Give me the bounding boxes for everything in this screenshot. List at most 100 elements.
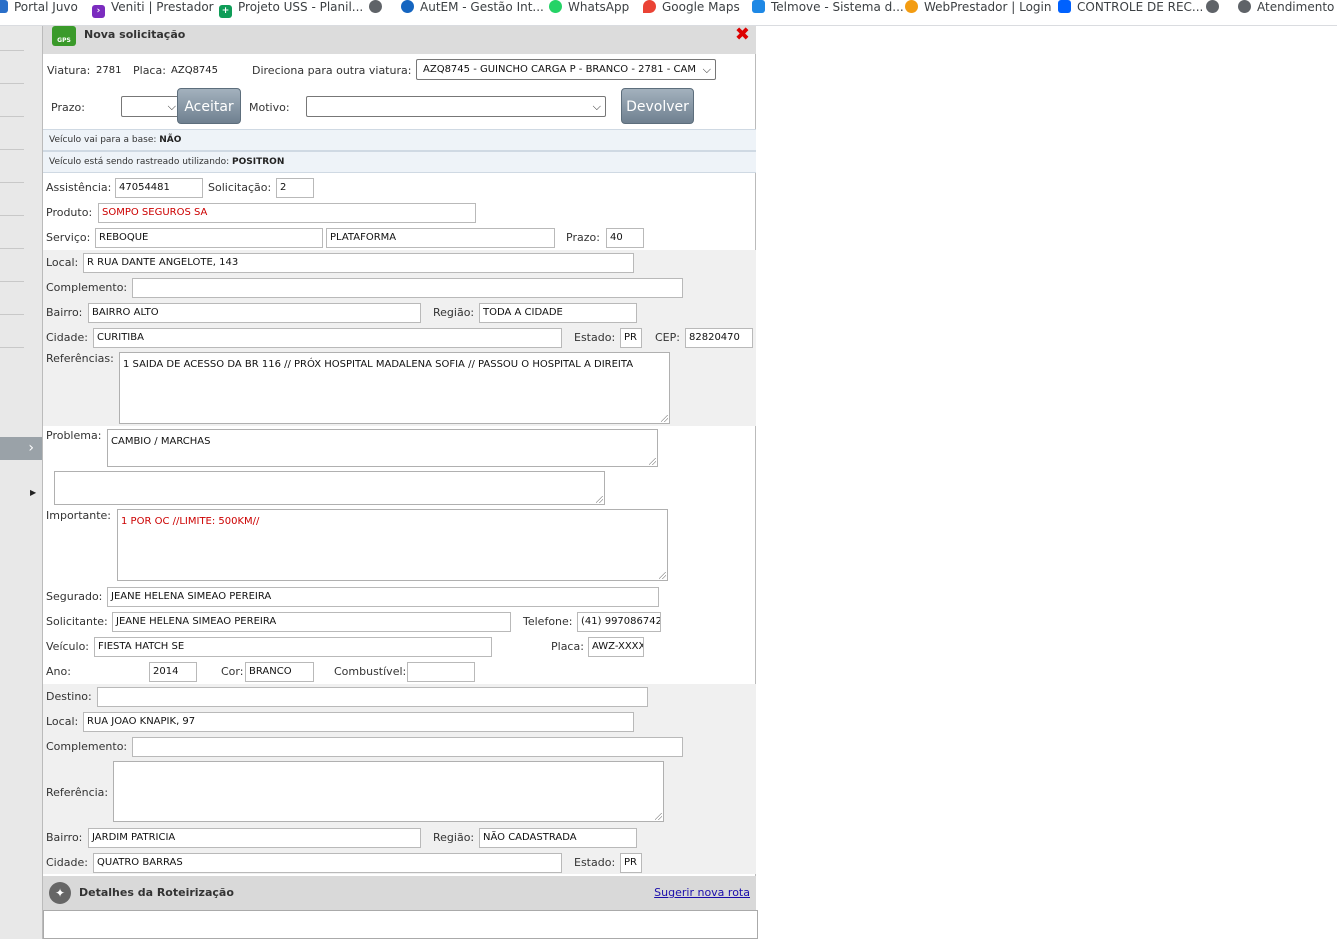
globe-icon: [369, 0, 382, 13]
dialog-header: GPS Nova solicitação ✖: [43, 24, 756, 54]
destino-referencia-label: Referência:: [46, 786, 109, 799]
destino-complemento-label: Complemento:: [46, 740, 128, 753]
destino-local-field[interactable]: RUA JOAO KNAPIK, 97: [83, 712, 634, 732]
rail-divider: [0, 314, 24, 315]
whatsapp-icon: [549, 0, 562, 13]
destino-label: Destino:: [46, 690, 92, 703]
referencias-textarea[interactable]: 1 SAIDA DE ACESSO DA BR 116 // PRÓX HOSP…: [119, 352, 670, 424]
destino-regiao-field[interactable]: NÃO CADASTRADA: [479, 828, 637, 848]
bookmark-portal-juvo[interactable]: Portal Juvo: [0, 0, 78, 14]
servico-field[interactable]: REBOQUE: [95, 228, 323, 248]
segurado-field[interactable]: JEANE HELENA SIMEAO PEREIRA: [107, 587, 659, 607]
destino-estado-field[interactable]: PR: [620, 853, 642, 873]
direciona-select[interactable]: AZQ8745 - GUINCHO CARGA P - BRANCO - 278…: [416, 59, 716, 80]
solicitante-field[interactable]: JEANE HELENA SIMEAO PEREIRA: [112, 612, 511, 632]
bookmark-projeto-uss[interactable]: + Projeto USS - Planil...: [219, 0, 363, 18]
veiculo-field[interactable]: FIESTA HATCH SE: [94, 637, 492, 657]
rail-divider: [0, 50, 24, 51]
complemento-field[interactable]: [132, 278, 683, 298]
bookmark-autem[interactable]: AutEM - Gestão Int...: [401, 0, 544, 14]
rail-divider: [0, 116, 24, 117]
placa-form-label: Placa:: [551, 640, 584, 653]
rail-expand-button[interactable]: ›: [0, 437, 42, 460]
bookmark-telmove[interactable]: Telmove - Sistema d...: [752, 0, 904, 14]
destino-local-label: Local:: [46, 715, 79, 728]
devolver-button[interactable]: Devolver: [621, 88, 694, 124]
bookmark-veniti[interactable]: › Veniti | Prestador: [92, 0, 214, 18]
placa-value: AZQ8745: [171, 65, 219, 76]
roteirizacao-header: ✦ Detalhes da Roteirização Sugerir nova …: [43, 876, 756, 910]
bookmark-globe-1[interactable]: [369, 0, 388, 14]
dialog-title: Nova solicitação: [84, 28, 186, 41]
problema-extra-textarea[interactable]: [54, 471, 605, 505]
prazo-field[interactable]: 40: [606, 228, 644, 248]
bookmark-globe-2[interactable]: [1206, 0, 1225, 14]
ano-label: Ano:: [46, 665, 71, 678]
prazo-select[interactable]: [121, 96, 181, 117]
local-label: Local:: [46, 256, 79, 269]
problema-textarea[interactable]: CAMBIO / MARCHAS: [107, 429, 658, 467]
destino-referencia-textarea[interactable]: [113, 761, 664, 822]
motivo-select[interactable]: [306, 96, 606, 117]
combustivel-label: Combustível:: [334, 665, 407, 678]
produto-field[interactable]: SOMPO SEGUROS SA: [98, 203, 476, 223]
viatura-label: Viatura:: [47, 64, 91, 77]
placa-label: Placa:: [133, 64, 166, 77]
bookmark-controle[interactable]: CONTROLE DE REC...: [1058, 0, 1203, 14]
assistencia-field[interactable]: 47054481: [115, 178, 203, 198]
nova-solicitacao-dialog: GPS Nova solicitação ✖ Viatura: 2781 Pla…: [43, 24, 758, 939]
bookmarks-bar: Portal Juvo › Veniti | Prestador + Projeto…: [0, 0, 1337, 26]
rail-divider: [0, 281, 24, 282]
destino-cidade-label: Cidade:: [46, 856, 88, 869]
solicitante-label: Solicitante:: [46, 615, 108, 628]
local-field[interactable]: R RUA DANTE ANGELOTE, 143: [83, 253, 634, 273]
bairro-field[interactable]: BAIRRO ALTO: [88, 303, 421, 323]
destino-estado-label: Estado:: [574, 856, 616, 869]
ano-field[interactable]: 2014: [149, 662, 197, 682]
cor-field[interactable]: BRANCO: [245, 662, 314, 682]
base-info: Veículo vai para a base: NÃO: [43, 129, 756, 151]
dropbox-icon: [1058, 0, 1071, 13]
bookmark-google-maps[interactable]: Google Maps: [643, 0, 740, 14]
cidade-label: Cidade:: [46, 331, 88, 344]
globe-route-icon: ✦: [49, 882, 71, 904]
cidade-field[interactable]: CURITIBA: [93, 328, 562, 348]
destino-complemento-field[interactable]: [132, 737, 683, 757]
direciona-label: Direciona para outra viatura:: [252, 64, 412, 77]
sheets-icon: +: [219, 5, 232, 18]
complemento-label: Complemento:: [46, 281, 128, 294]
base-info-label: Veículo vai para a base:: [49, 135, 157, 145]
destino-field[interactable]: [97, 687, 648, 707]
bookmark-atendimento[interactable]: Atendimento: [1238, 0, 1334, 14]
regiao-field[interactable]: TODA A CIDADE: [479, 303, 637, 323]
gps-icon: GPS: [52, 26, 76, 46]
close-icon[interactable]: ✖: [735, 24, 750, 45]
portal-icon: [0, 0, 8, 13]
placa-field[interactable]: AWZ-XXXX: [588, 637, 644, 657]
sugerir-rota-link[interactable]: Sugerir nova rota: [654, 886, 750, 899]
regiao-label: Região:: [433, 306, 475, 319]
rastreio-label: Veículo está sendo rastreado utilizando:: [49, 157, 230, 167]
rastreio-value: POSITRON: [232, 157, 285, 167]
destino-bairro-field[interactable]: JARDIM PATRICIA: [88, 828, 421, 848]
aceitar-button[interactable]: Aceitar: [177, 88, 241, 124]
rail-divider: [0, 83, 24, 84]
combustivel-field[interactable]: [407, 662, 475, 682]
globe-icon: [1206, 0, 1219, 13]
rail-arrow-icon[interactable]: ▶: [30, 488, 36, 497]
telefone-field[interactable]: (41) 997086742: [577, 612, 661, 632]
cep-field[interactable]: 82820470: [685, 328, 753, 348]
solicitacao-label: Solicitação:: [208, 181, 272, 194]
importante-textarea[interactable]: 1 POR OC //LIMITE: 500KM//: [117, 509, 668, 581]
solicitacao-field[interactable]: 2: [276, 178, 314, 198]
servico-tipo-field[interactable]: PLATAFORMA: [326, 228, 555, 248]
maps-icon: [643, 0, 656, 13]
estado-field[interactable]: PR: [620, 328, 642, 348]
left-rail: [0, 26, 43, 939]
rail-divider: [0, 347, 24, 348]
destino-cidade-field[interactable]: QUATRO BARRAS: [93, 853, 562, 873]
bookmark-whatsapp[interactable]: WhatsApp: [549, 0, 629, 14]
referencias-label: Referências:: [46, 352, 114, 365]
rail-divider: [0, 215, 24, 216]
bookmark-webprestador[interactable]: WebPrestador | Login: [905, 0, 1052, 14]
